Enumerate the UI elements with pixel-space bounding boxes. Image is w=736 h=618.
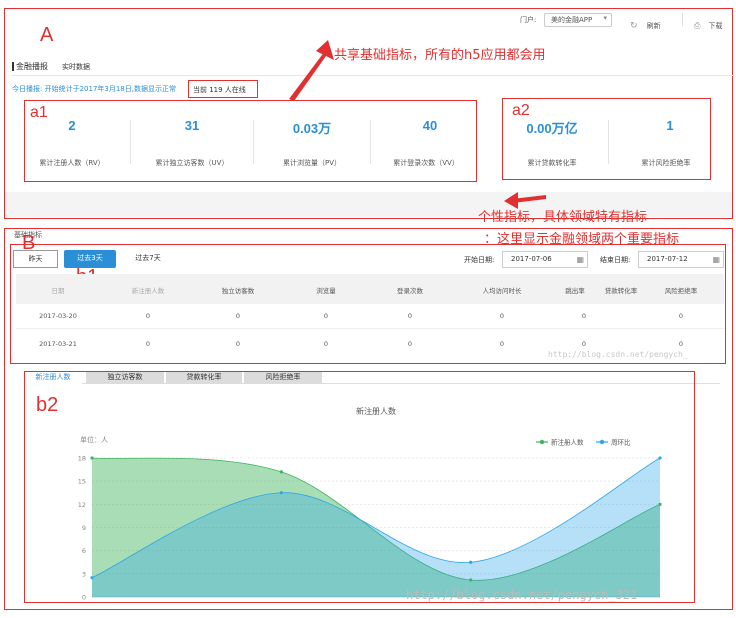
y-axis-label: 单位：人 <box>80 435 108 444</box>
table-cell: 0 <box>323 340 329 348</box>
refresh-icon: ↻ <box>630 21 638 31</box>
table-cell: 0 <box>323 312 329 320</box>
page-title: 金融播报 <box>16 62 48 71</box>
data-point[interactable] <box>90 456 94 460</box>
end-date-label: 结束日期: <box>600 256 631 264</box>
start-date-input[interactable]: 2017-07-06 ▦ <box>502 251 588 268</box>
kpi-rv-value: 2 <box>68 118 76 133</box>
table-header-cell: 浏览量 <box>316 287 336 295</box>
y-tick-label: 3 <box>82 570 86 578</box>
portal-label: 门户: <box>520 16 537 24</box>
region-a1-box <box>24 100 477 182</box>
data-point[interactable] <box>658 456 662 460</box>
legend-label: 周环比 <box>611 438 631 447</box>
kpi-separator <box>253 120 254 164</box>
table-row-divider <box>16 328 724 329</box>
header-divider <box>12 75 734 76</box>
range-yesterday-button[interactable]: 昨天 <box>13 250 58 268</box>
table-cell: 0 <box>235 340 241 348</box>
data-point[interactable] <box>469 560 473 564</box>
watermark-1: http://blog.csdn.net/pengych_ <box>548 350 688 359</box>
data-point[interactable] <box>279 491 283 495</box>
table-cell: 0 <box>499 340 505 348</box>
download-label: 下载 <box>708 22 723 30</box>
table-cell: 0 <box>145 340 151 348</box>
refresh-label: 刷新 <box>646 22 661 30</box>
notice-text: 今日播报: 开始统计于2017年3月18日,数据显示正常 <box>12 85 176 93</box>
table-cell: 0 <box>145 312 151 320</box>
legend-label: 新注册人数 <box>551 438 584 447</box>
kpi-separator <box>608 120 609 164</box>
kpi-vv-value: 40 <box>422 118 438 133</box>
table-header-cell: 人均访问时长 <box>482 287 522 295</box>
table-cell: 0 <box>581 312 587 320</box>
table-cell: 0 <box>678 340 684 348</box>
y-tick-label: 12 <box>78 501 86 509</box>
table-header-cell: 跳出率 <box>565 287 585 295</box>
y-tick-label: 9 <box>82 524 86 532</box>
y-tick-label: 15 <box>78 478 86 486</box>
kpi-loan-value: 0.00万亿 <box>526 121 578 136</box>
table-cell: 0 <box>581 340 587 348</box>
kpi-vv-label: 累计登录次数（VV） <box>393 159 459 167</box>
download-button[interactable]: ⎙ 下载 <box>694 13 723 32</box>
legend-marker <box>599 439 605 445</box>
table-cell: 2017-03-21 <box>39 340 77 348</box>
data-point[interactable] <box>279 470 283 474</box>
table-cell: 2017-03-20 <box>39 312 77 320</box>
table-cell: 0 <box>235 312 241 320</box>
portal-select[interactable]: 美的金融APP ▾ <box>544 13 612 27</box>
data-point[interactable] <box>469 578 473 582</box>
table-header-cell: 贷款转化率 <box>604 287 638 295</box>
range-7days-button[interactable]: 过去7天 <box>122 250 174 268</box>
calendar-icon: ▦ <box>576 255 584 264</box>
kpi-separator <box>370 120 371 164</box>
table-cell: 0 <box>407 312 413 320</box>
y-tick-label: 18 <box>78 455 86 463</box>
kpi-rv-label: 累计注册人数（RV） <box>39 159 105 167</box>
table-cell: 0 <box>678 312 684 320</box>
title-bar-marker <box>12 62 14 71</box>
tab-realtime[interactable]: 实时数据 <box>62 62 90 72</box>
table-cell: 0 <box>407 340 413 348</box>
table-header-cell: 独立访客数 <box>221 287 255 295</box>
data-point[interactable] <box>90 576 94 580</box>
start-date-label: 开始日期: <box>464 256 495 264</box>
table-header-cell: 登录次数 <box>397 287 423 295</box>
toolbar-divider <box>682 13 683 26</box>
calendar-icon: ▦ <box>712 255 720 264</box>
refresh-button[interactable]: ↻ 刷新 <box>630 13 661 32</box>
table-cell: 0 <box>499 312 505 320</box>
data-point[interactable] <box>658 502 662 506</box>
note-shared: 共享基础指标，所有的h5应用都会用 <box>334 48 546 63</box>
table-header-cell: 新注册人数 <box>131 287 165 295</box>
registration-chart: 新注册人数 单位：人 0369121518 新注册人数 周环比 <box>78 406 662 602</box>
arrow-shared <box>289 40 334 101</box>
table-header-cell: 日期 <box>51 287 65 295</box>
table-header-cell: 风险拒绝率 <box>664 287 698 295</box>
chevron-down-icon: ▾ <box>603 14 607 22</box>
start-date-value: 2017-07-06 <box>511 255 552 263</box>
kpi-pv-label: 累计浏览量（PV） <box>282 159 341 167</box>
kpi-risk-value: 1 <box>666 118 674 133</box>
kpi-uv-value: 31 <box>184 118 200 133</box>
kpi-pv-value: 0.03万 <box>292 121 332 136</box>
kpi-risk-label: 累计风险拒绝率 <box>641 159 691 167</box>
kpi-uv-label: 累计独立访客数（UV） <box>155 159 229 167</box>
kpi-loan-label: 累计贷款转化率 <box>527 159 577 167</box>
legend-marker <box>539 439 545 445</box>
label-a: A <box>40 24 54 46</box>
y-tick-label: 6 <box>82 547 86 555</box>
end-date-input[interactable]: 2017-07-12 ▦ <box>638 251 724 268</box>
printer-icon: ⎙ <box>694 21 701 30</box>
portal-select-value: 美的金融APP <box>551 16 593 24</box>
kpi-separator <box>130 120 131 164</box>
note-personal: 个性指标，具体领域特有指标 <box>478 210 648 225</box>
online-count: 当前 119 人在线 <box>193 86 246 94</box>
y-tick-label: 0 <box>82 594 86 602</box>
end-date-value: 2017-07-12 <box>647 255 688 263</box>
chart-title: 新注册人数 <box>356 406 396 416</box>
watermark-2: http://blog.csdn.net/pengych_321 <box>406 588 638 602</box>
